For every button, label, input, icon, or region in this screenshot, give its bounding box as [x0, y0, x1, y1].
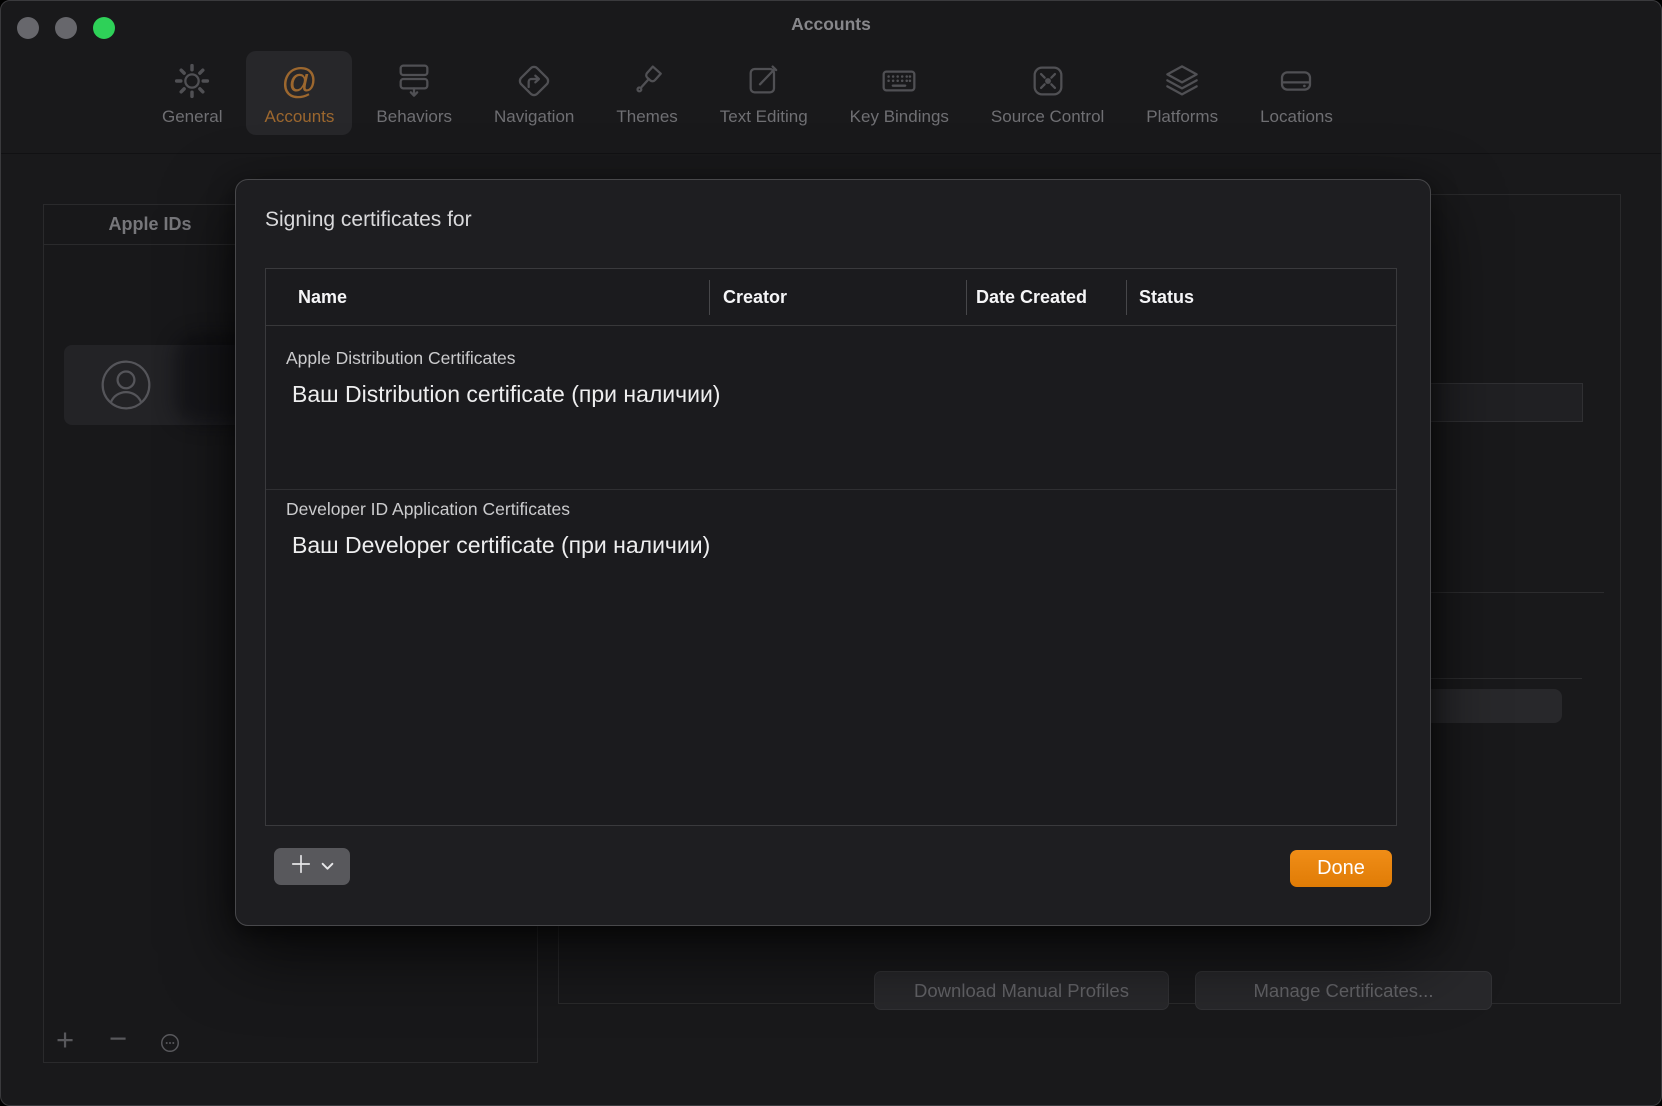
- column-divider[interactable]: [1126, 280, 1127, 315]
- person-avatar-icon: [98, 357, 154, 413]
- layers-icon: [1162, 57, 1202, 105]
- pencil-square-icon: [744, 57, 784, 105]
- hard-drive-icon: [1276, 57, 1316, 105]
- at-sign-icon: @: [281, 57, 318, 105]
- table-row-distribution-certificate[interactable]: Ваш Distribution certificate (при наличи…: [292, 381, 720, 408]
- tab-navigation[interactable]: Navigation: [476, 51, 592, 135]
- column-header-name[interactable]: Name: [298, 269, 347, 326]
- apple-ids-header: Apple IDs: [44, 205, 256, 244]
- add-certificate-button[interactable]: [274, 848, 350, 885]
- done-button-label: Done: [1317, 857, 1365, 880]
- tab-general[interactable]: General: [144, 51, 240, 135]
- tab-label: Text Editing: [720, 107, 808, 127]
- manage-certificates-button[interactable]: Manage Certificates...: [1195, 971, 1492, 1010]
- tab-platforms[interactable]: Platforms: [1128, 51, 1236, 135]
- add-account-button[interactable]: +: [56, 1025, 74, 1055]
- tab-label: Accounts: [264, 107, 334, 127]
- tab-behaviors[interactable]: Behaviors: [358, 51, 470, 135]
- tab-accounts[interactable]: @ Accounts: [246, 51, 352, 135]
- preferences-window: Accounts General @ Accounts: [0, 0, 1662, 1106]
- column-divider[interactable]: [966, 280, 967, 315]
- navigation-icon: [514, 57, 554, 105]
- tab-label: Behaviors: [376, 107, 452, 127]
- tab-label: Themes: [616, 107, 677, 127]
- tab-key-bindings[interactable]: Key Bindings: [832, 51, 967, 135]
- plus-icon: [290, 853, 312, 880]
- column-header-date-created[interactable]: Date Created: [976, 269, 1087, 326]
- chevron-down-icon: [321, 858, 334, 876]
- preferences-toolbar: General @ Accounts Behaviors: [144, 51, 1351, 135]
- more-circle-icon[interactable]: [159, 1032, 181, 1059]
- behaviors-icon: [394, 57, 434, 105]
- tab-label: General: [162, 107, 222, 127]
- gear-icon: [172, 57, 212, 105]
- tab-label: Platforms: [1146, 107, 1218, 127]
- column-header-status[interactable]: Status: [1139, 269, 1194, 326]
- download-manual-profiles-button[interactable]: Download Manual Profiles: [874, 971, 1169, 1010]
- group-header-developer-id: Developer ID Application Certificates: [286, 499, 570, 520]
- paintbrush-icon: [627, 57, 667, 105]
- keyboard-icon: [879, 57, 919, 105]
- done-button[interactable]: Done: [1290, 850, 1392, 887]
- group-header-apple-distribution: Apple Distribution Certificates: [286, 348, 516, 369]
- button-label: Manage Certificates...: [1254, 980, 1434, 1002]
- tab-text-editing[interactable]: Text Editing: [702, 51, 826, 135]
- tab-label: Key Bindings: [850, 107, 949, 127]
- signing-certificates-sheet: Signing certificates for Name Creator Da…: [235, 179, 1431, 926]
- divider: [266, 489, 1396, 490]
- tab-label: Locations: [1260, 107, 1333, 127]
- table-row-developer-certificate[interactable]: Ваш Developer certificate (при наличии): [292, 532, 710, 559]
- window-title: Accounts: [1, 14, 1661, 35]
- tab-label: Navigation: [494, 107, 574, 127]
- tab-themes[interactable]: Themes: [598, 51, 695, 135]
- column-divider[interactable]: [709, 280, 710, 315]
- sheet-title: Signing certificates for: [265, 208, 472, 232]
- button-label: Download Manual Profiles: [914, 980, 1129, 1002]
- certificates-table: Name Creator Date Created Status Apple D…: [265, 268, 1397, 826]
- source-control-icon: [1028, 57, 1068, 105]
- table-header: Name Creator Date Created Status: [266, 269, 1396, 326]
- tab-source-control[interactable]: Source Control: [973, 51, 1122, 135]
- tab-label: Source Control: [991, 107, 1104, 127]
- tab-locations[interactable]: Locations: [1242, 51, 1351, 135]
- remove-account-button[interactable]: −: [109, 1024, 127, 1054]
- title-bar: Accounts General @ Accounts: [1, 1, 1661, 154]
- divider: [1402, 592, 1604, 593]
- column-header-creator[interactable]: Creator: [723, 269, 787, 326]
